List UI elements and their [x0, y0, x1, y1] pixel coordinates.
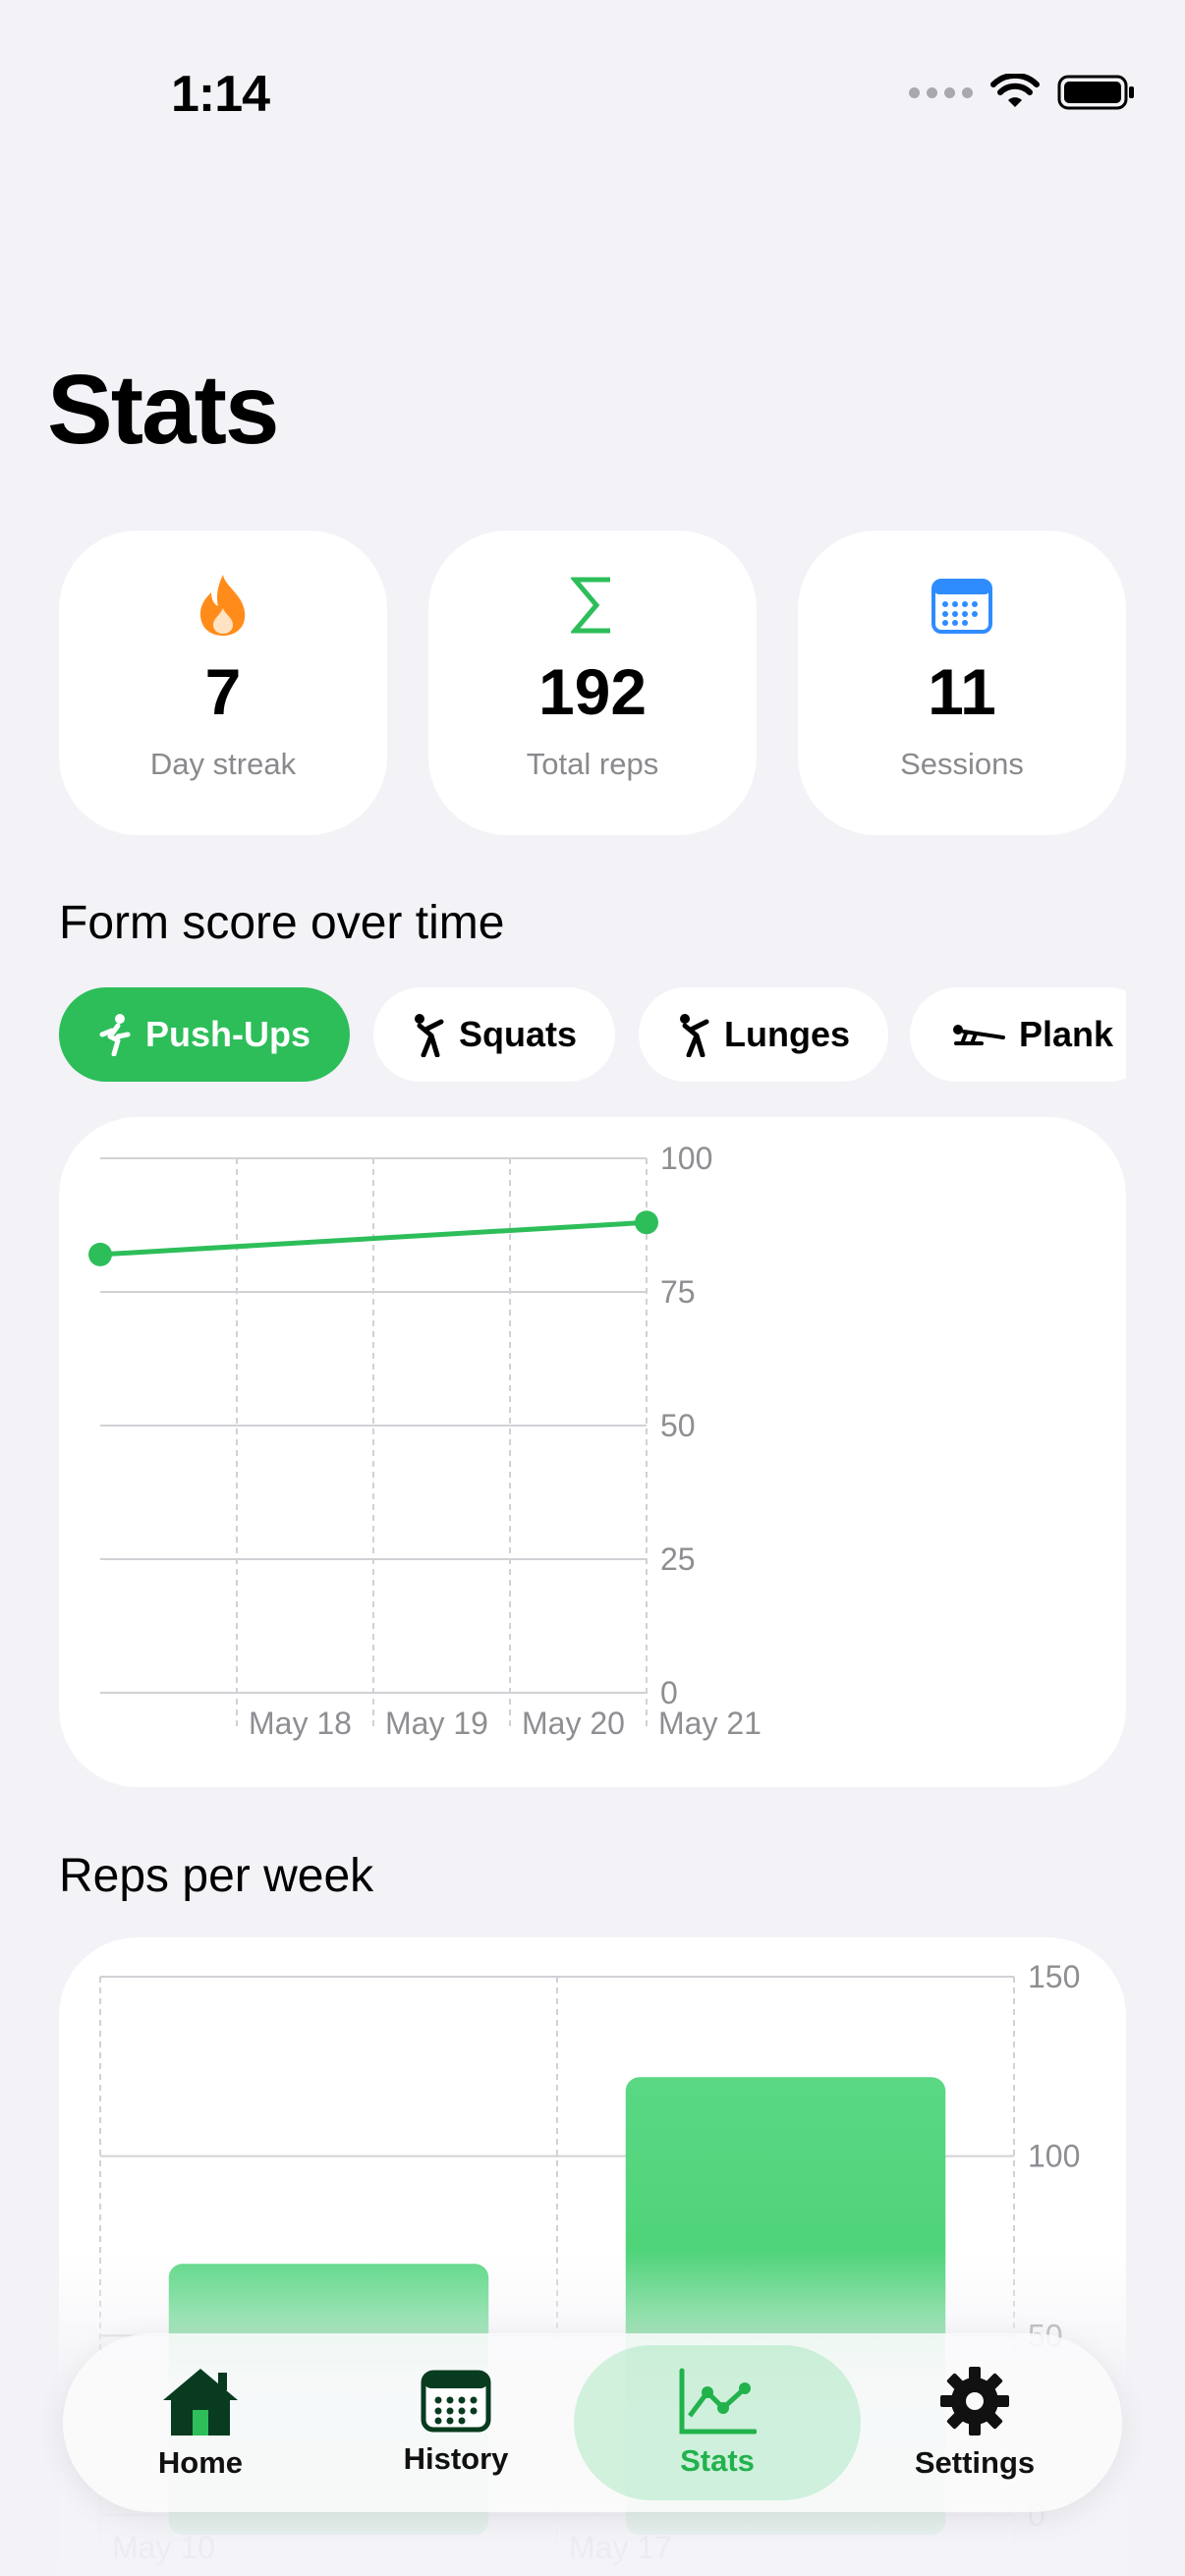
stat-label: Day streak: [149, 747, 297, 781]
data-point: [88, 1242, 112, 1266]
page-title: Stats: [47, 355, 280, 465]
tab-settings[interactable]: Settings: [867, 2333, 1083, 2512]
x-tick-label: May 10: [112, 2530, 215, 2565]
reps-per-week-title: Reps per week: [59, 1850, 374, 1902]
status-bar: 1:14: [0, 0, 1185, 196]
stat-card-total-reps: 192 Total reps: [428, 531, 757, 835]
tab-label: Home: [157, 2445, 244, 2480]
stat-label: Sessions: [900, 747, 1024, 781]
y-tick-label: 50: [660, 1408, 696, 1443]
tab-stats[interactable]: Stats: [609, 2333, 825, 2512]
flame-icon: [196, 570, 251, 641]
chip-push-ups[interactable]: Push-Ups: [59, 987, 350, 1082]
chip-label: Push-Ups: [144, 1014, 310, 1054]
tab-label: Stats: [680, 2443, 755, 2478]
stat-value: 192: [537, 655, 648, 728]
form-score-chart-card: 0 25 50 75 100 May 18 May 19 May 20 May 21: [59, 1117, 1126, 1787]
chip-plank[interactable]: Plank: [910, 987, 1126, 1082]
y-tick-label: 25: [660, 1541, 696, 1577]
y-tick-label: 75: [660, 1274, 696, 1310]
sigma-icon: [571, 570, 614, 641]
stat-value: 7: [204, 655, 242, 728]
y-tick-label: 100: [1028, 2139, 1080, 2174]
wifi-icon: [990, 74, 1040, 107]
chip-label: Squats: [458, 1014, 578, 1054]
stat-value: 11: [928, 655, 996, 728]
tab-home[interactable]: Home: [92, 2333, 309, 2512]
calendar-icon: [931, 570, 992, 641]
exercise-filter-chips: Push-Ups Squats Lunges Plank: [59, 987, 1126, 1086]
chip-label: Plank: [1018, 1014, 1114, 1054]
runner-icon: [99, 1014, 131, 1056]
x-tick-label: May 21: [658, 1706, 762, 1741]
data-point: [635, 1210, 658, 1235]
status-time: 1:14: [171, 66, 270, 123]
tab-label: History: [403, 2441, 509, 2476]
y-tick-label: 150: [1028, 1959, 1080, 1994]
house-icon: [163, 2369, 238, 2436]
chip-squats[interactable]: Squats: [373, 987, 615, 1082]
gear-icon: [940, 2367, 1009, 2436]
plank-icon: [952, 1025, 1005, 1045]
tab-history[interactable]: History: [348, 2333, 564, 2512]
stretch-icon: [679, 1014, 709, 1057]
stretch-icon: [414, 1014, 444, 1057]
status-icons: [909, 73, 1136, 112]
x-tick-label: May 17: [569, 2530, 672, 2565]
chip-lunges[interactable]: Lunges: [639, 987, 888, 1082]
form-score-line-chart: 0255075100May 18 May 19 May 20 May 21: [88, 1141, 762, 1741]
chart-icon: [679, 2368, 757, 2435]
y-tick-label: 100: [660, 1141, 712, 1176]
cellular-signal-icon: [909, 86, 973, 98]
tab-bar: Home History Stats Settings: [63, 2333, 1122, 2512]
tab-label: Settings: [914, 2445, 1036, 2480]
stat-card-sessions: 11 Sessions: [798, 531, 1126, 835]
stat-label: Total reps: [526, 747, 659, 781]
stat-card-streak: 7 Day streak: [59, 531, 387, 835]
calendar-icon: [421, 2370, 491, 2433]
chip-label: Lunges: [723, 1014, 850, 1054]
x-tick-label: May 20: [522, 1706, 625, 1741]
form-score-title: Form score over time: [59, 897, 505, 949]
x-tick-label: May 18: [249, 1706, 352, 1741]
x-tick-label: May 19: [385, 1706, 488, 1741]
battery-icon: [1057, 75, 1134, 110]
